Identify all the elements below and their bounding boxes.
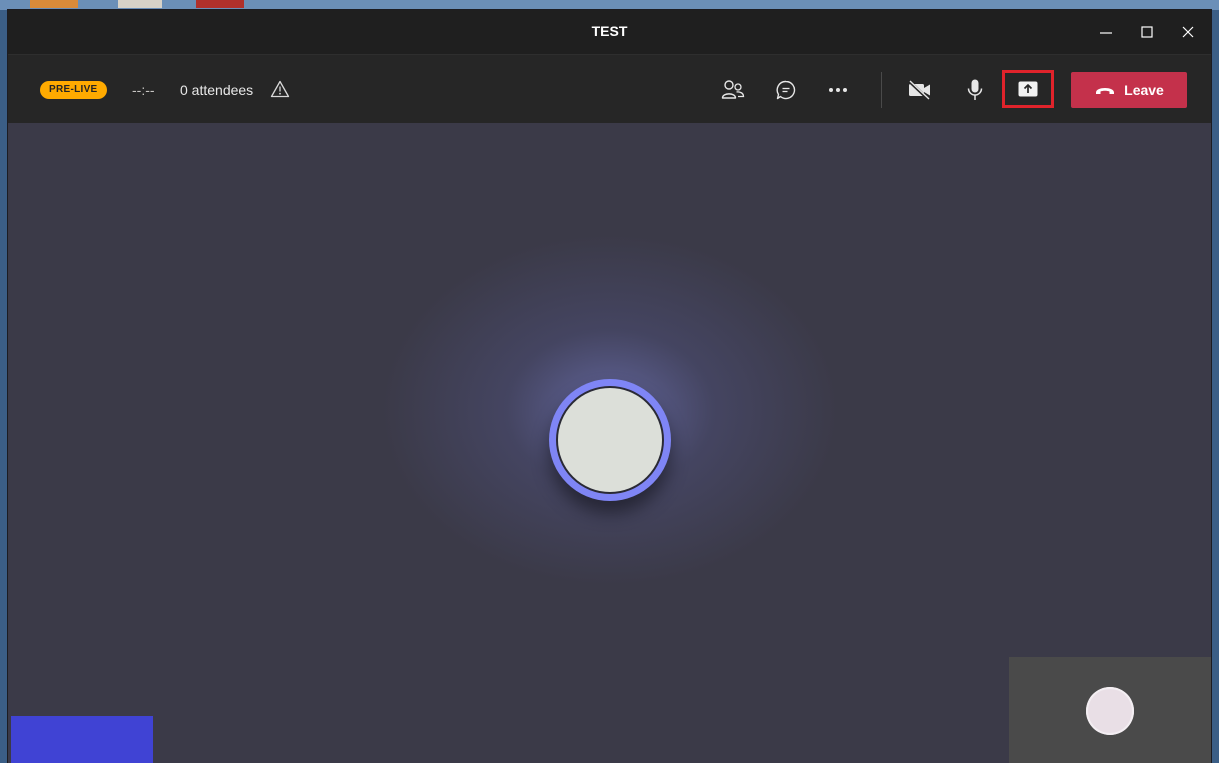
- self-view-tile[interactable]: [1009, 657, 1211, 763]
- minimize-icon: [1100, 32, 1112, 34]
- chat-icon: [776, 80, 796, 100]
- maximize-button[interactable]: [1134, 19, 1160, 45]
- meeting-stage: [8, 123, 1211, 763]
- maximize-icon: [1141, 26, 1153, 38]
- participants-icon: [721, 80, 745, 99]
- more-options-button[interactable]: [824, 76, 852, 104]
- camera-off-icon: [907, 80, 930, 100]
- participants-button[interactable]: [719, 76, 747, 104]
- presenter-avatar: [549, 379, 671, 501]
- share-screen-button[interactable]: [1002, 70, 1054, 108]
- close-icon: [1182, 26, 1194, 38]
- meeting-window: TEST PRE-LIVE --:-- 0 attendees Leave: [8, 10, 1211, 763]
- leave-button-label: Leave: [1124, 82, 1164, 98]
- meeting-toolbar: PRE-LIVE --:-- 0 attendees Leave: [8, 54, 1211, 124]
- share-screen-icon: [1018, 81, 1038, 97]
- microphone-button[interactable]: [961, 76, 989, 104]
- leave-button[interactable]: Leave: [1071, 72, 1187, 108]
- status-badge: PRE-LIVE: [40, 81, 107, 99]
- chat-button[interactable]: [772, 76, 800, 104]
- meeting-timer: --:--: [132, 82, 155, 98]
- microphone-icon: [967, 79, 983, 100]
- desktop-strip: [0, 0, 1219, 10]
- camera-toggle-button[interactable]: [906, 76, 934, 104]
- warning-icon[interactable]: [270, 80, 290, 103]
- window-title: TEST: [591, 23, 628, 39]
- self-avatar: [1086, 687, 1134, 735]
- title-bar: TEST: [8, 10, 1211, 54]
- close-button[interactable]: [1175, 19, 1201, 45]
- presenter-avatar-image: [556, 386, 664, 494]
- more-options-icon: [829, 88, 847, 92]
- minimize-button[interactable]: [1093, 19, 1119, 45]
- attendee-count: 0 attendees: [180, 82, 254, 98]
- hang-up-icon: [1096, 88, 1115, 94]
- desktop-shortcut-icon[interactable]: [30, 0, 78, 8]
- desktop-shortcut-icon[interactable]: [118, 0, 162, 8]
- pdf-file-icon[interactable]: [196, 0, 244, 8]
- toolbar-divider: [881, 72, 882, 108]
- corner-tile: [11, 716, 153, 763]
